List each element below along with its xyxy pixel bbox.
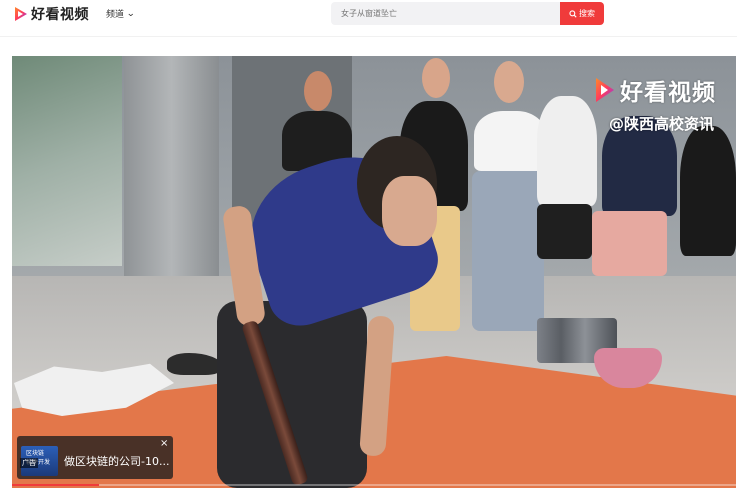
video-progress-bar[interactable] xyxy=(12,484,736,486)
onlooker-5-shorts xyxy=(592,211,667,276)
play-logo-icon xyxy=(596,78,614,102)
onlooker-3 xyxy=(474,111,546,171)
search-input[interactable] xyxy=(331,2,562,25)
search-button-label: 搜索 xyxy=(579,9,595,18)
onlooker-3-head xyxy=(494,61,524,103)
ad-tag: 广告 xyxy=(20,458,38,468)
video-watermark-logo: 好看视频 xyxy=(594,73,716,107)
channel-label: 频道 xyxy=(106,10,125,20)
onlooker-4-shorts xyxy=(537,204,592,259)
watermark-subtitle: @陕西高校资讯 xyxy=(609,115,715,133)
header-divider xyxy=(0,36,737,37)
onlooker-1-head xyxy=(304,71,332,111)
calligrapher-face xyxy=(382,176,437,246)
onlooker-3-jeans xyxy=(472,171,544,331)
onlooker-4 xyxy=(537,96,597,206)
video-player[interactable]: 好看视频 @陕西高校资讯 区块链 软件开发 广告 做区块链的公司-10... × xyxy=(12,56,736,488)
onlooker-2-head xyxy=(422,58,450,98)
video-progress-fill xyxy=(12,484,99,486)
site-logo[interactable]: 好看视频 xyxy=(14,4,89,24)
logo-text: 好看视频 xyxy=(31,7,89,23)
ad-thumb-line1: 区块链 xyxy=(26,450,45,457)
ad-text[interactable]: 做区块链的公司-10... xyxy=(64,453,169,469)
top-navigation-bar: 好看视频 频道 ⌄ 搜索 xyxy=(0,0,737,30)
video-scene-pillar xyxy=(124,56,219,286)
play-logo-icon xyxy=(15,7,27,21)
onlooker-6 xyxy=(680,126,736,256)
search-button[interactable]: 搜索 xyxy=(560,2,604,25)
ad-banner[interactable]: 区块链 软件开发 广告 做区块链的公司-10... × xyxy=(17,436,173,479)
channel-dropdown[interactable]: 频道 ⌄ xyxy=(106,7,136,21)
video-scene-window xyxy=(12,56,122,266)
watermark-title: 好看视频 xyxy=(620,80,716,106)
close-icon[interactable]: × xyxy=(160,439,168,449)
chevron-down-icon: ⌄ xyxy=(126,8,136,19)
search-icon xyxy=(569,9,577,18)
